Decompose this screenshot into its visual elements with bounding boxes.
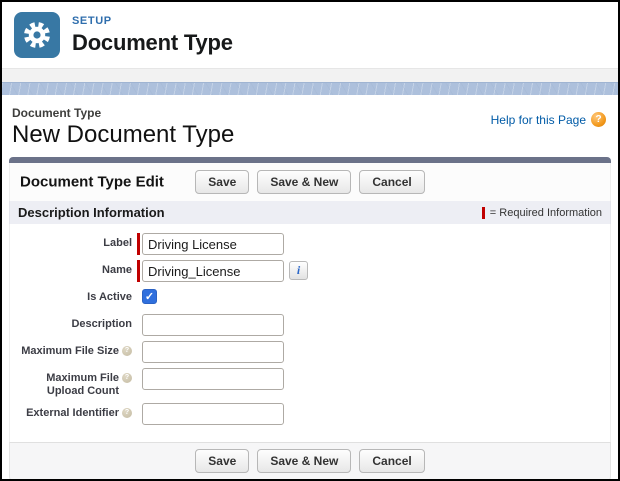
screenshot-frame: SETUP Document Type Document Type New Do… xyxy=(0,0,620,481)
field-label-text: Description xyxy=(71,318,132,330)
required-note-text: = Required Information xyxy=(489,206,602,219)
field-cell-name: i xyxy=(137,260,308,282)
panel-head: Document Type Edit Save Save & New Cancel xyxy=(9,163,611,201)
field-label-text: Name xyxy=(102,264,132,276)
field-label-external-identifier: External Identifier? xyxy=(10,403,132,425)
required-bar xyxy=(137,260,140,282)
gear-icon xyxy=(24,22,50,48)
external-identifier-help-icon[interactable]: ? xyxy=(122,408,132,418)
breadcrumb: Document Type xyxy=(12,106,102,120)
save-and-new-button-bottom[interactable]: Save & New xyxy=(257,449,352,473)
external-identifier-input[interactable] xyxy=(142,403,284,425)
maximum-file-size-input[interactable] xyxy=(142,341,284,363)
name-input[interactable] xyxy=(142,260,284,282)
form-row-name: Name i xyxy=(10,260,610,282)
setup-header: SETUP Document Type xyxy=(2,2,618,68)
form-row-label: Label xyxy=(10,233,610,255)
document-type-edit-panel: Document Type Edit Save Save & New Cancel … xyxy=(9,157,611,479)
field-label-is-active: Is Active xyxy=(10,287,132,309)
section-title: Description Information xyxy=(18,205,165,220)
field-cell-maximum-file-size xyxy=(137,341,284,363)
field-cell-description xyxy=(137,314,284,336)
bottom-button-bar: Save Save & New Cancel xyxy=(10,449,610,473)
field-label-maximum-file-size: Maximum File Size? xyxy=(10,341,132,363)
field-cell-is-active: ✓ xyxy=(137,287,157,309)
field-label-description: Description xyxy=(10,314,132,336)
cancel-button[interactable]: Cancel xyxy=(359,170,425,194)
setup-title: Document Type xyxy=(72,29,233,55)
field-label-text: Label xyxy=(103,237,132,249)
field-label-text: External Identifier xyxy=(26,407,119,419)
form-row-maximum-file-upload-count: Maximum File Upload Count? xyxy=(10,368,610,398)
cancel-button-bottom[interactable]: Cancel xyxy=(359,449,425,473)
save-button-bottom[interactable]: Save xyxy=(195,449,250,473)
bottom-button-strip: Save Save & New Cancel xyxy=(9,442,611,479)
description-information-section-bar: Description Information = Required Infor… xyxy=(9,201,611,224)
form-row-description: Description xyxy=(10,314,610,336)
page-head-titles: Document Type New Document Type xyxy=(12,106,234,149)
page-head: Document Type New Document Type Help for… xyxy=(2,95,618,155)
field-label-maximum-file-upload-count: Maximum File Upload Count? xyxy=(10,368,132,398)
help-for-this-page-link[interactable]: Help for this Page xyxy=(491,113,586,127)
page-title: New Document Type xyxy=(12,121,235,148)
label-input[interactable] xyxy=(142,233,284,255)
header-texture-band xyxy=(2,82,618,95)
save-button[interactable]: Save xyxy=(195,170,250,194)
field-label-name: Name xyxy=(10,260,132,282)
maximum-file-upload-count-help-icon[interactable]: ? xyxy=(122,373,132,383)
description-input[interactable] xyxy=(142,314,284,336)
field-cell-maximum-file-upload-count xyxy=(137,368,284,398)
field-cell-external-identifier xyxy=(137,403,284,425)
maximum-file-size-help-icon[interactable]: ? xyxy=(122,346,132,356)
setup-eyebrow: SETUP xyxy=(72,14,112,27)
form-body: Label Name i Is Active ✓ Description Maximum F… xyxy=(9,224,611,442)
name-info-icon[interactable]: i xyxy=(289,261,308,280)
panel-title: Document Type Edit xyxy=(20,173,164,191)
required-bar-legend-icon xyxy=(481,206,485,219)
required-bar xyxy=(137,233,140,255)
field-label-label: Label xyxy=(10,233,132,255)
form-row-is-active: Is Active ✓ xyxy=(10,287,610,309)
help-question-icon[interactable]: ? xyxy=(591,112,606,127)
help-wrap: Help for this Page ? xyxy=(491,112,606,127)
field-label-text: Maximum File Upload Count xyxy=(46,372,119,397)
is-active-checkbox[interactable]: ✓ xyxy=(142,289,157,304)
maximum-file-upload-count-input[interactable] xyxy=(142,368,284,390)
setup-gear-tile xyxy=(14,12,60,58)
form-row-external-identifier: External Identifier? xyxy=(10,403,610,425)
field-label-text: Is Active xyxy=(87,291,132,303)
setup-header-text: SETUP Document Type xyxy=(72,15,233,56)
required-information-note: = Required Information xyxy=(481,206,602,219)
field-label-text: Maximum File Size xyxy=(21,345,119,357)
form-row-maximum-file-size: Maximum File Size? xyxy=(10,341,610,363)
field-cell-label xyxy=(137,233,284,255)
save-and-new-button[interactable]: Save & New xyxy=(257,170,352,194)
header-divider-strip xyxy=(2,68,618,82)
